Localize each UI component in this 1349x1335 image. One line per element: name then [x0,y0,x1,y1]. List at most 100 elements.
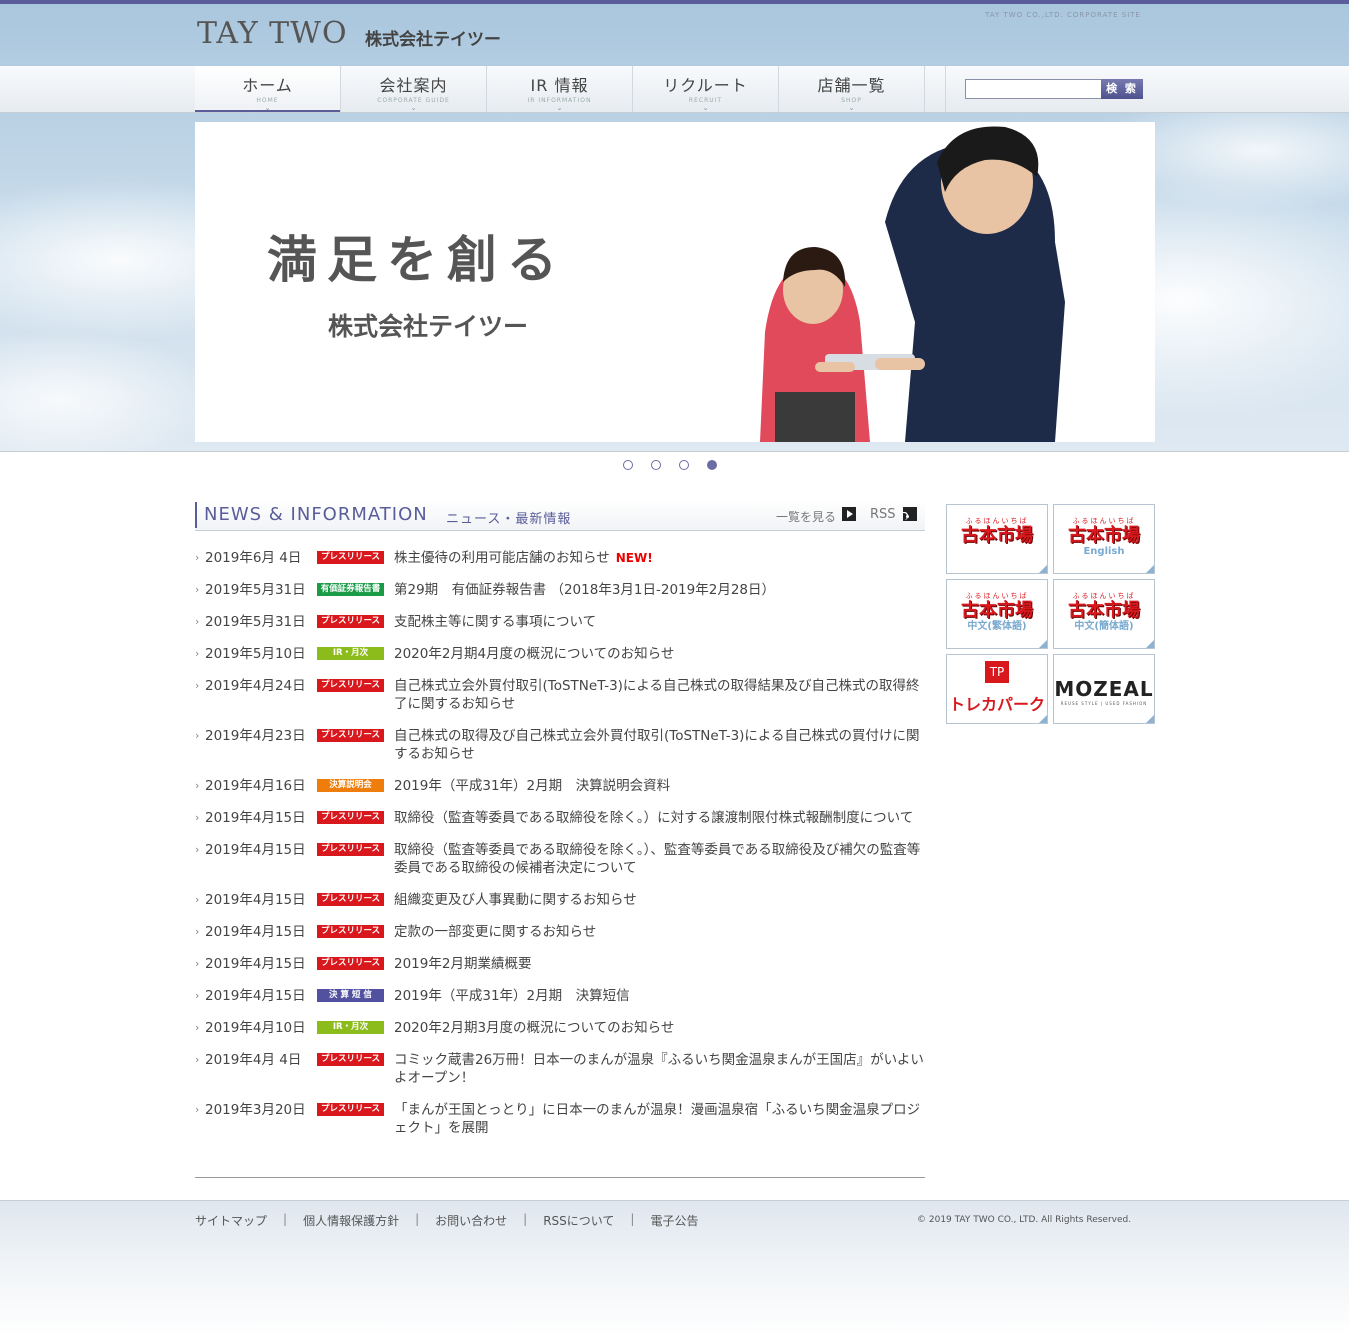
chevron-right-icon: › [195,729,200,742]
news-item: › 2019年5月31日 プレスリリース 支配株主等に関する事項について [195,613,925,631]
nav-item-recruit[interactable]: リクルート RECRUIT ⌄ [633,66,779,112]
news-item: › 2019年4月15日 プレスリリース 取締役（監査等委員である取締役を除く。… [195,809,925,827]
hero-divider [0,451,1349,452]
nav-label: IR 情報 [530,76,589,95]
view-all-link[interactable]: 一覧を見る [776,508,836,525]
news-title-link[interactable]: 第29期 有価証券報告書 （2018年3月1日-2019年2月28日） [394,581,925,599]
news-header: NEWS & INFORMATION ニュース・最新情報 一覧を見る RSS [195,500,925,531]
news-title-link[interactable]: 自己株式立会外買付取引(ToSTNeT-3)による自己株式の取得結果及び自己株式… [394,677,925,713]
slider-dot[interactable] [623,460,633,470]
news-badge: プレスリリース [317,1053,384,1066]
banner-furuhon-ichiba[interactable]: ふるほんいちば 古本市場 [946,504,1048,574]
logo[interactable]: TAY TWO [197,16,348,51]
news-item: › 2019年5月10日 IR・月次 2020年2月期4月度の概況についてのお知… [195,645,925,663]
news-title-link[interactable]: コミック蔵書26万冊！日本一のまんが温泉『ふるいち関金温泉まんが王国店』がいよい… [394,1051,925,1087]
news-title-link[interactable]: 支配株主等に関する事項について [394,613,925,631]
nav-sublabel: RECRUIT [688,97,723,104]
news-header-accent [195,502,197,528]
chevron-right-icon: › [195,1103,200,1116]
slider-dot-active[interactable] [707,460,717,470]
news-date: 2019年5月10日 [205,646,306,662]
news-badge: 決 算 短 信 [317,989,384,1002]
chevron-down-icon: ⌄ [556,104,563,112]
news-title-link[interactable]: 2020年2月期3月度の概況についてのお知らせ [394,1019,925,1037]
footer-link-public-notice[interactable]: 電子公告 [650,1212,698,1229]
search-input[interactable] [965,79,1103,99]
news-title-link[interactable]: 2020年2月期4月度の概況についてのお知らせ [394,645,925,663]
news-badge: プレスリリース [317,679,384,692]
news-badge: プレスリリース [317,729,384,742]
news-title: NEWS & INFORMATION [204,504,428,525]
news-item: › 2019年4月23日 プレスリリース 自己株式の取得及び自己株式立会外買付取… [195,727,925,763]
hero-photo [755,122,1155,442]
rss-link[interactable]: RSS [870,507,896,522]
footer-link-rss[interactable]: RSSについて [543,1212,614,1229]
nav-sublabel: CORPORATE GUIDE [377,97,450,104]
news-title-link[interactable]: 2019年（平成31年）2月期 決算短信 [394,987,925,1005]
chevron-right-icon: › [195,779,200,792]
news-item: › 2019年4月15日 プレスリリース 2019年2月期業績概要 [195,955,925,973]
copyright: © 2019 TAY TWO CO., LTD. All Rights Rese… [917,1215,1132,1225]
banner-treca-park[interactable]: TP トレカパーク [946,654,1048,724]
news-badge: プレスリリース [317,925,384,938]
logo-japanese[interactable]: 株式会社テイツー [365,25,501,50]
slider-dot[interactable] [679,460,689,470]
banner-title: MOZEAL [1054,677,1154,701]
banner-furuhon-ichiba-traditional[interactable]: ふるほんいちば 古本市場 中文(繁体語) [946,579,1048,649]
nav-sublabel: IR INFORMATION [527,97,592,104]
nav-item-home[interactable]: ホーム HOME ⌄ [195,66,341,112]
footer-separator: | [630,1212,635,1226]
news-item: › 2019年4月16日 決算説明会 2019年（平成31年）2月期 決算説明会… [195,777,925,795]
play-icon[interactable] [842,507,856,521]
banner-furuhon-ichiba-simplified[interactable]: ふるほんいちば 古本市場 中文(簡体語) [1053,579,1155,649]
top-accent-bar [0,0,1349,4]
banner-furuhon-ichiba-english[interactable]: ふるほんいちば 古本市場 English [1053,504,1155,574]
banner-subtitle: REUSE STYLE | USED FASHION [1060,701,1148,706]
chevron-down-icon: ⌄ [264,104,271,112]
footer-link-sitemap[interactable]: サイトマップ [195,1212,267,1229]
news-badge: プレスリリース [317,893,384,906]
rss-icon[interactable] [903,507,917,521]
news-title-link[interactable]: 定款の一部変更に関するお知らせ [394,923,925,941]
news-title-link[interactable]: 「まんが王国とっとり」に日本一のまんが温泉！漫画温泉宿「ふるいち関金温泉プロジェ… [394,1101,925,1137]
slider-dots [623,460,717,470]
news-title-link[interactable]: 2019年2月期業績概要 [394,955,925,973]
banner-title: 古本市場 [961,525,1033,546]
news-title-link[interactable]: 取締役（監査等委員である取締役を除く。）、監査等委員である取締役及び補欠の監査等… [394,841,925,877]
nav-item-shop[interactable]: 店舗一覧 SHOP ⌄ [779,66,925,112]
news-title-link[interactable]: 株主優待の利用可能店舗のお知らせ NEW! [394,549,925,567]
banner-title: トレカパーク [948,695,1045,714]
footer-link-contact[interactable]: お問い合わせ [435,1212,507,1229]
nav-item-ir[interactable]: IR 情報 IR INFORMATION ⌄ [487,66,633,112]
news-badge: プレスリリース [317,1103,384,1116]
chevron-down-icon: ⌄ [410,104,417,112]
news-title-link[interactable]: 組織変更及び人事異動に関するお知らせ [394,891,925,909]
search-button[interactable]: 検 索 [1101,79,1143,99]
chevron-right-icon: › [195,679,200,692]
hero-company-name: 株式会社テイツー [328,312,529,341]
news-date: 2019年4月15日 [205,988,306,1004]
news-title-link[interactable]: 取締役（監査等委員である取締役を除く。）に対する譲渡制限付株式報酬制度について [394,809,925,827]
nav-sublabel: HOME [256,97,279,104]
news-title-link[interactable]: 自己株式の取得及び自己株式立会外買付取引(ToSTNeT-3)による自己株式の買… [394,727,925,763]
slider-dot[interactable] [651,460,661,470]
footer-links: サイトマップ | 個人情報保護方針 | お問い合わせ | RSSについて | 電… [195,1212,698,1229]
news-date: 2019年6月 4日 [205,550,302,566]
news-date: 2019年4月15日 [205,842,306,858]
news-badge: 決算説明会 [317,779,384,792]
news-date: 2019年3月20日 [205,1102,306,1118]
footer-link-privacy[interactable]: 個人情報保護方針 [303,1212,399,1229]
nav-item-corporate-guide[interactable]: 会社案内 CORPORATE GUIDE ⌄ [341,66,487,112]
hero-slider[interactable]: 満足を創る 株式会社テイツー [195,122,1155,442]
nav-label: 店舗一覧 [817,76,886,95]
nav-spacer [925,66,946,112]
news-item: › 2019年4月15日 プレスリリース 組織変更及び人事異動に関するお知らせ [195,891,925,909]
footer-separator: | [283,1212,288,1226]
banner-mozeal[interactable]: MOZEAL REUSE STYLE | USED FASHION [1053,654,1155,724]
nav-label: ホーム [242,76,293,95]
news-list: › 2019年6月 4日 プレスリリース 株主優待の利用可能店舗のお知らせ NEW… [195,549,925,1151]
news-date: 2019年4月15日 [205,924,306,940]
news-date: 2019年4月23日 [205,728,306,744]
news-title-link[interactable]: 2019年（平成31年）2月期 決算説明会資料 [394,777,925,795]
treca-park-logo-icon: TP [985,661,1009,683]
